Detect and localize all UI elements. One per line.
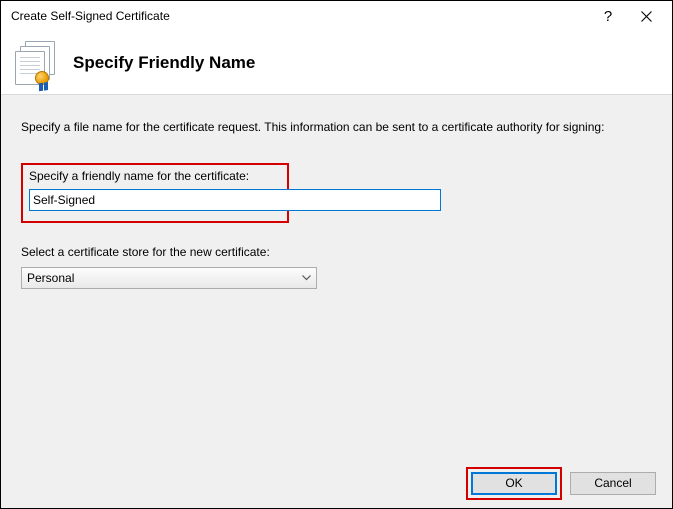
instruction-text: Specify a file name for the certificate … — [21, 119, 652, 135]
certificate-store-label: Select a certificate store for the new c… — [21, 245, 652, 259]
friendly-name-group-highlight: Specify a friendly name for the certific… — [21, 163, 289, 223]
certificate-icon — [15, 41, 59, 85]
certificate-store-select[interactable]: Personal — [21, 267, 317, 289]
certificate-store-selected: Personal — [27, 271, 74, 285]
titlebar: Create Self-Signed Certificate ? — [1, 1, 672, 31]
ok-button[interactable]: OK — [471, 472, 557, 495]
close-button[interactable] — [626, 2, 666, 30]
window-title: Create Self-Signed Certificate — [11, 9, 590, 23]
help-button[interactable]: ? — [590, 2, 626, 30]
ok-button-highlight: OK — [466, 467, 562, 500]
dialog-body: Specify a file name for the certificate … — [1, 95, 672, 458]
cancel-button[interactable]: Cancel — [570, 472, 656, 495]
dialog-footer: OK Cancel — [1, 458, 672, 508]
close-icon — [641, 11, 652, 22]
wizard-banner: Specify Friendly Name — [1, 31, 672, 95]
page-heading: Specify Friendly Name — [73, 53, 255, 73]
friendly-name-label: Specify a friendly name for the certific… — [29, 169, 281, 183]
friendly-name-input[interactable] — [29, 189, 441, 211]
